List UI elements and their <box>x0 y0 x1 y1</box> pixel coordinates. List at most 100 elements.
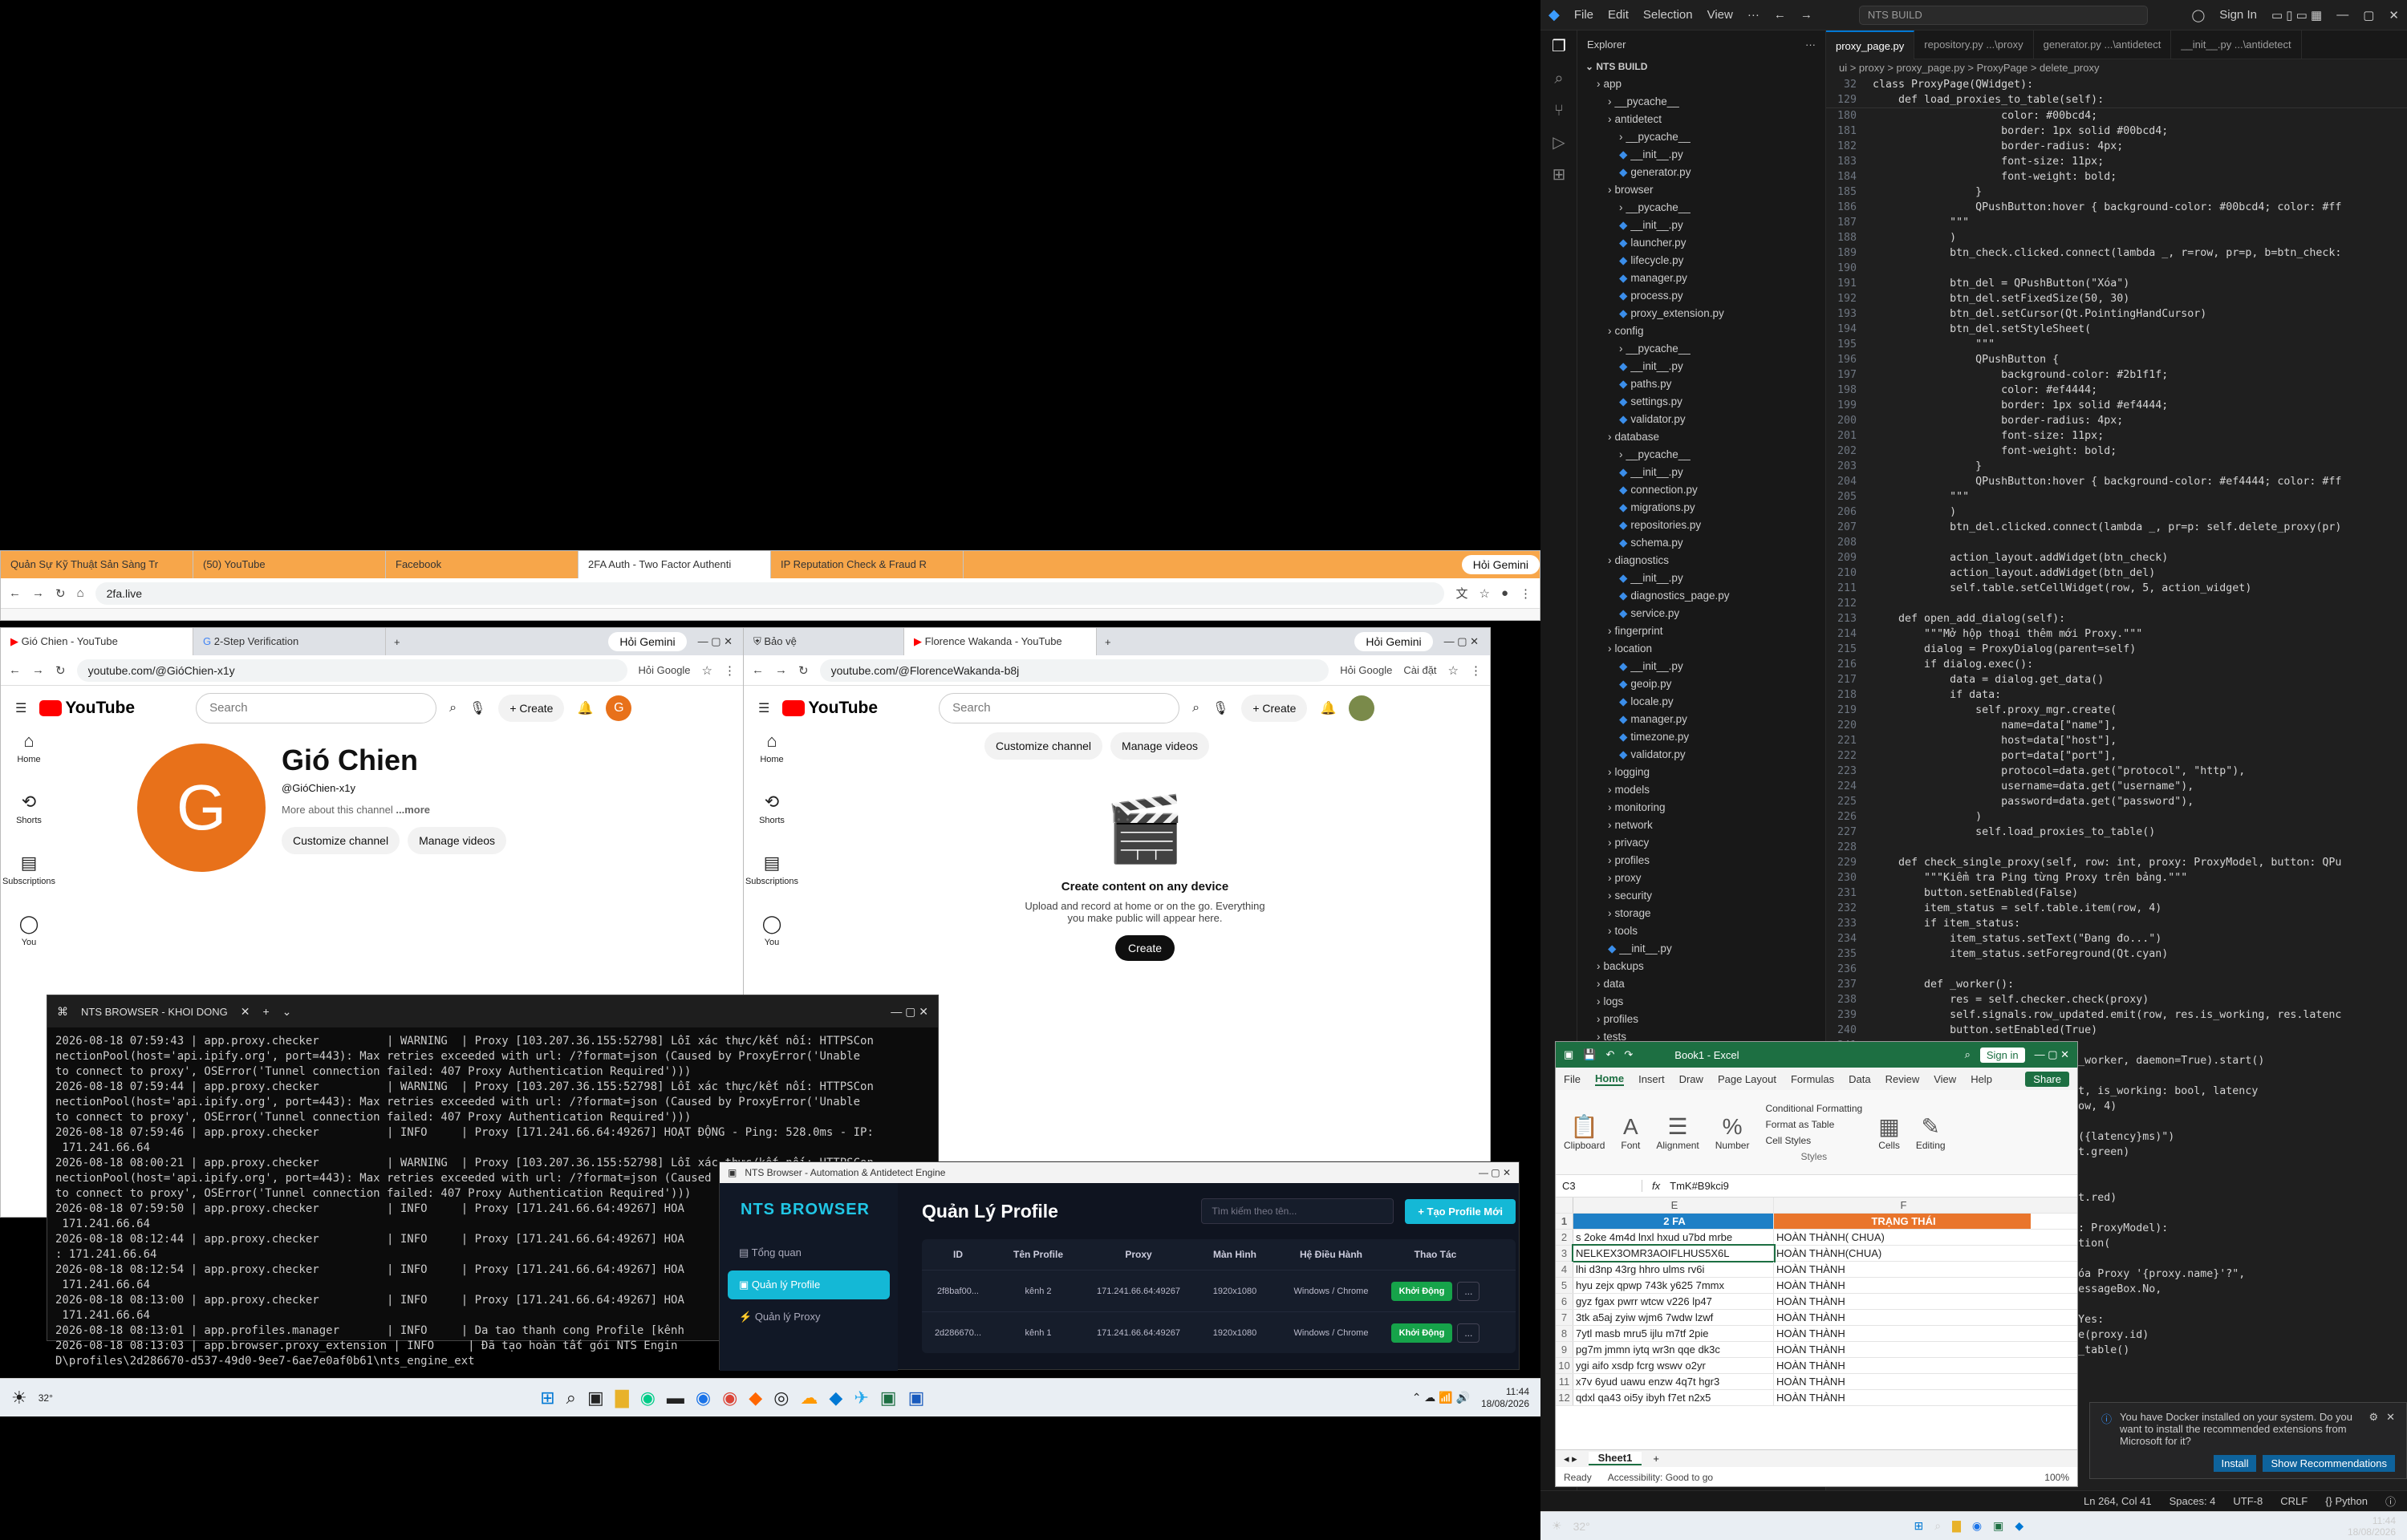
cell-2fa[interactable]: 3tk a5aj zyiw wjm6 7wdw lzwf <box>1573 1310 1774 1325</box>
tree-folder[interactable]: › monitoring <box>1577 799 1825 817</box>
name-box[interactable]: C3 <box>1562 1180 1642 1192</box>
table-row[interactable]: 2f8baf00... kênh 2 171.241.66.64:49267 1920… <box>922 1270 1516 1311</box>
run-debug-icon[interactable]: ▷ <box>1540 127 1577 159</box>
sidebar-item-shorts[interactable]: ⟲ Shorts <box>1 792 57 825</box>
sheet-nav-icon[interactable]: ◂ ▸ <box>1564 1453 1577 1465</box>
sign-in-button[interactable]: Sign In <box>2219 8 2257 22</box>
breadcrumb[interactable]: ui > proxy > proxy_page.py > ProxyPage >… <box>1826 59 2407 77</box>
tree-file[interactable]: ◆ locale.py <box>1577 693 1825 711</box>
nav-profiles[interactable]: ▣ Quản lý Profile <box>728 1270 890 1299</box>
install-button[interactable]: Install <box>2213 1455 2257 1472</box>
source-control-icon[interactable]: ⑂ <box>1540 95 1577 127</box>
format-as-table-button[interactable]: Format as Table <box>1765 1116 1862 1133</box>
sidebar-item-shorts[interactable]: ⟲ Shorts <box>744 792 800 825</box>
cell-2fa[interactable]: x7v 6yud uawu enzw 4q7t hgr3 <box>1573 1374 1774 1389</box>
ribbon-tab-page-layout[interactable]: Page Layout <box>1718 1073 1776 1085</box>
tree-file[interactable]: ◆ settings.py <box>1577 393 1825 411</box>
bookmark-icon[interactable]: ☆ <box>702 663 712 678</box>
bell-icon[interactable]: 🔔 <box>577 700 593 716</box>
zoom-level[interactable]: 100% <box>2044 1472 2069 1483</box>
cell-status[interactable]: HOÀN THÀNH <box>1774 1310 2031 1325</box>
cell-2fa[interactable]: NELKEX3OMR3AOIFLHUS5X6L <box>1572 1244 1776 1262</box>
chrome2-taskbar-icon[interactable]: ◉ <box>722 1388 737 1408</box>
menu-more[interactable]: ··· <box>1747 8 1760 22</box>
youtube-logo[interactable]: YouTube <box>782 699 878 718</box>
menu-selection[interactable]: Selection <box>1643 8 1693 22</box>
manage-videos-button[interactable]: Manage videos <box>1110 732 1209 760</box>
tree-folder[interactable]: › backups <box>1577 958 1825 975</box>
back-arrow-icon[interactable]: ← <box>1774 8 1786 22</box>
reload-icon[interactable]: ↻ <box>55 586 66 601</box>
sidebar-item-subscriptions[interactable]: ▤ Subscriptions <box>744 853 800 886</box>
create-button[interactable]: + Create <box>1241 695 1308 722</box>
gemini-button[interactable]: Hỏi Gemini <box>1461 555 1540 574</box>
minimize-icon[interactable]: — <box>2336 8 2348 22</box>
tab-youtube-florence[interactable]: ▶ Florence Wakanda - YouTube <box>904 628 1097 655</box>
tree-file[interactable]: ◆ repositories.py <box>1577 517 1825 534</box>
start-icon[interactable]: ⊞ <box>1914 1519 1924 1533</box>
create-content-button[interactable]: Create <box>1114 935 1175 961</box>
table-row[interactable]: 12 qdxl qa43 oi5y ibyh f7et n2x5 HOÀN THÀN… <box>1556 1390 2077 1406</box>
reload-icon[interactable]: ↻ <box>55 663 66 678</box>
tree-folder[interactable]: › config <box>1577 322 1825 340</box>
tree-folder[interactable]: › security <box>1577 887 1825 905</box>
status-language[interactable]: {} Python <box>2325 1495 2368 1507</box>
tree-file[interactable]: ◆ __init__.py <box>1577 569 1825 587</box>
tree-folder[interactable]: › proxy <box>1577 869 1825 887</box>
search-taskbar-icon[interactable]: ⌕ <box>1934 1519 1941 1533</box>
vscode-taskbar-icon[interactable]: ◆ <box>2015 1519 2023 1533</box>
cell-status[interactable]: HOÀN THÀNH <box>1774 1342 2031 1357</box>
chrome-taskbar-icon[interactable]: ◉ <box>696 1388 711 1408</box>
reload-icon[interactable]: ↻ <box>798 663 809 678</box>
ribbon-tab-home[interactable]: Home <box>1594 1072 1625 1086</box>
number-group[interactable]: % Number <box>1715 1114 1750 1151</box>
tree-file[interactable]: ◆ __init__.py <box>1577 658 1825 675</box>
tree-file[interactable]: ◆ process.py <box>1577 287 1825 305</box>
alignment-group[interactable]: ☰ Alignment <box>1656 1113 1699 1151</box>
sign-in-button[interactable]: Sign in <box>1979 1047 2025 1063</box>
table-row[interactable]: 11 x7v 6yud uawu enzw 4q7t hgr3 HOÀN THÀNH <box>1556 1374 2077 1390</box>
table-row[interactable]: 3 NELKEX3OMR3AOIFLHUS5X6L HOÀN THÀNH(CHUA) <box>1556 1244 2077 1262</box>
excel-taskbar-icon[interactable]: ▣ <box>1993 1519 2003 1533</box>
extensions-icon[interactable]: ⊞ <box>1540 159 1577 191</box>
tree-folder[interactable]: › diagnostics <box>1577 552 1825 569</box>
tab-bao-ve[interactable]: ⛨ Bảo vệ <box>744 628 904 655</box>
editor-tab[interactable]: __init__.py ...\antidetect <box>2171 30 2302 59</box>
install-app-button[interactable]: Cài đặt <box>1403 664 1436 676</box>
forward-icon[interactable]: → <box>32 663 44 677</box>
create-button[interactable]: + Create <box>498 695 565 722</box>
sidebar-item-you[interactable]: ◯ You <box>744 914 800 947</box>
start-button[interactable]: Khởi Động <box>1390 1323 1453 1343</box>
tree-folder[interactable]: › network <box>1577 817 1825 834</box>
back-icon[interactable]: ← <box>9 663 21 677</box>
forward-arrow-icon[interactable]: → <box>1800 8 1812 22</box>
explorer-taskbar-icon[interactable]: ▇ <box>615 1388 629 1408</box>
avatar[interactable]: G <box>606 695 632 721</box>
ribbon-tab-file[interactable]: File <box>1564 1073 1581 1085</box>
table-row[interactable]: 10 ygi aifo xsdp fcrg wswv o2yr HOÀN THÀNH <box>1556 1358 2077 1374</box>
undo-icon[interactable]: ↶ <box>1605 1048 1614 1061</box>
window-controls[interactable]: — ▢ ✕ <box>1433 635 1490 648</box>
window-controls[interactable]: — ▢ ✕ <box>2035 1048 2069 1061</box>
tree-folder[interactable]: › privacy <box>1577 834 1825 852</box>
tab-youtube-giochien[interactable]: ▶ Gió Chien - YouTube <box>1 628 193 655</box>
font-group[interactable]: A Font <box>1621 1114 1640 1151</box>
chrome-taskbar-icon[interactable]: ◉ <box>1972 1519 1982 1533</box>
ribbon-tab-draw[interactable]: Draw <box>1679 1073 1703 1085</box>
tree-file[interactable]: ◆ validator.py <box>1577 411 1825 428</box>
status-indent[interactable]: Spaces: 4 <box>2170 1495 2216 1507</box>
tree-file[interactable]: ◆ paths.py <box>1577 375 1825 393</box>
column-header-e[interactable]: E <box>1573 1198 1774 1213</box>
forward-icon[interactable]: → <box>32 586 44 600</box>
forward-icon[interactable]: → <box>775 663 787 677</box>
search-icon[interactable]: ⌕ <box>1192 701 1199 715</box>
tree-folder[interactable]: › browser <box>1577 181 1825 199</box>
more-button[interactable]: ... <box>1457 1323 1480 1343</box>
brave-taskbar-icon[interactable]: ◆ <box>749 1388 762 1408</box>
more-link[interactable]: ...more <box>396 804 430 816</box>
sheet1-tab[interactable]: Sheet1 <box>1588 1452 1642 1465</box>
browser-tab[interactable]: Facebook <box>386 551 578 578</box>
vscode-taskbar-icon[interactable]: ◆ <box>829 1388 842 1408</box>
layout-icon[interactable]: ▭ ▯ ▭ ▦ <box>2271 8 2322 22</box>
status-cursor[interactable]: Ln 264, Col 41 <box>2084 1495 2152 1507</box>
